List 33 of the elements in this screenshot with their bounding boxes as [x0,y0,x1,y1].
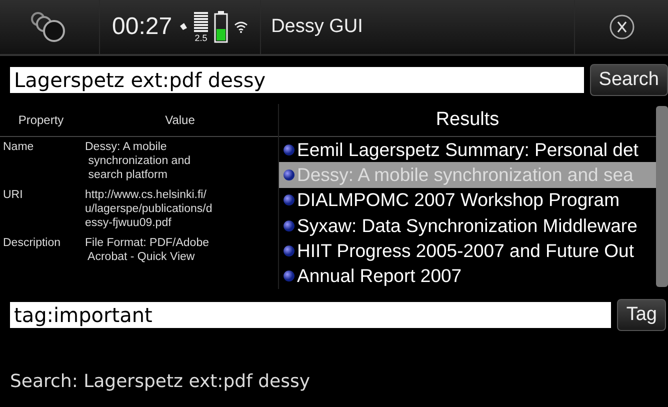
property-cell-text: URI [2,188,24,203]
search-button[interactable]: Search [590,64,668,96]
property-cell-text: Description [2,236,62,251]
bullet-icon [283,194,295,206]
bullet-icon [283,244,295,257]
tag-field[interactable]: tag:important [10,302,612,328]
value-cell-text: Dessy: A mobile synchronization and search platform [84,140,192,182]
column-header: Property [17,113,65,127]
window-title: Dessy GUI [271,16,364,38]
bullet-icon [283,270,295,282]
signal-label: 2.5 [194,34,208,42]
tag-button[interactable]: Tag [617,299,666,331]
property-cell-text: Name [2,140,35,155]
close-icon[interactable] [608,14,634,40]
result-item[interactable]: DIALMPOMC 2007 Workshop Program [279,188,656,213]
clock-time: 00:27 [112,13,172,41]
bullet-icon [283,220,295,232]
result-item[interactable]: Annual Report 2007 [279,264,656,289]
results-header: Results [279,104,656,137]
battery-icon [214,11,228,43]
wifi-icon [234,21,248,33]
result-item[interactable]: Syxaw: Data Synchronization Middleware [279,212,656,238]
column-header: Value [164,113,196,127]
result-item[interactable]: Eemil Lagerspetz Summary: Personal det [279,136,656,162]
value-cell-text: File Format: PDF/Adobe Acrobat - Quick View [84,236,210,264]
result-item[interactable]: HIIT Progress 2005-2007 and Future Out [279,238,656,264]
status-text: Search: Lagerspetz ext:pdf dessy [9,370,312,392]
value-cell-text: http://www.cs.helsinki.fi/ u/lagerspe/publications/d essy-fjwuu09.pdf [84,188,214,230]
scrollbar[interactable] [656,106,668,287]
bullet-icon [283,144,295,156]
bullet-icon [283,168,295,181]
search-field[interactable]: Lagerspetz ext:pdf dessy [10,67,584,93]
signal-bars-icon [194,12,208,34]
